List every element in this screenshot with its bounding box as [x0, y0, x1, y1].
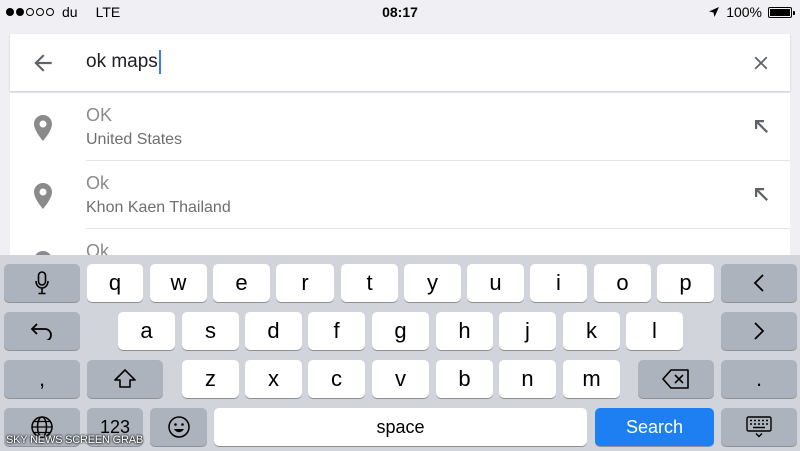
- space-key[interactable]: space: [214, 408, 587, 446]
- key-t[interactable]: t: [341, 264, 398, 302]
- backspace-key[interactable]: [638, 360, 714, 398]
- search-query: ok maps: [86, 51, 158, 72]
- key-y[interactable]: y: [404, 264, 461, 302]
- fill-query-arrow-icon[interactable]: [752, 185, 770, 203]
- watermark: SKY NEWS SCREEN GRAB: [6, 434, 143, 446]
- key-h[interactable]: h: [436, 312, 493, 350]
- key-z[interactable]: z: [182, 360, 239, 398]
- key-u[interactable]: u: [467, 264, 524, 302]
- key-i[interactable]: i: [530, 264, 587, 302]
- keyboard-hide-icon: [746, 416, 772, 438]
- key-q[interactable]: q: [87, 264, 143, 302]
- key-p[interactable]: p: [657, 264, 714, 302]
- shift-key[interactable]: [87, 360, 163, 398]
- shift-icon: [114, 369, 136, 388]
- key-s[interactable]: s: [182, 312, 239, 350]
- suggestion-item[interactable]: OK United States: [10, 93, 790, 161]
- comma-key[interactable]: ,: [4, 360, 80, 398]
- suggestion-subtitle: Khon Kaen Thailand: [86, 199, 231, 216]
- battery-icon: [768, 6, 795, 18]
- key-c[interactable]: c: [308, 360, 365, 398]
- suggestion-item[interactable]: Ok: [10, 229, 790, 258]
- status-right: 100%: [708, 4, 795, 20]
- undo-key[interactable]: [4, 312, 80, 350]
- chevron-left-icon: [753, 274, 764, 292]
- cursor-right-key[interactable]: [721, 312, 797, 350]
- key-v[interactable]: v: [372, 360, 429, 398]
- emoji-icon: [167, 416, 190, 438]
- key-b[interactable]: b: [436, 360, 493, 398]
- text-cursor: [158, 49, 161, 74]
- key-d[interactable]: d: [245, 312, 302, 350]
- suggestion-item[interactable]: Ok Khon Kaen Thailand: [10, 161, 790, 229]
- cursor-left-key[interactable]: [721, 264, 797, 302]
- status-bar: du LTE 08:17 100%: [0, 0, 800, 24]
- status-time: 08:17: [382, 4, 418, 20]
- key-m[interactable]: m: [563, 360, 620, 398]
- key-o[interactable]: o: [594, 264, 651, 302]
- key-j[interactable]: j: [499, 312, 556, 350]
- period-key[interactable]: .: [721, 360, 797, 398]
- key-e[interactable]: e: [213, 264, 270, 302]
- fill-query-arrow-icon[interactable]: [752, 117, 770, 135]
- emoji-key[interactable]: [150, 408, 207, 446]
- key-x[interactable]: x: [245, 360, 302, 398]
- location-arrow-icon: [709, 7, 720, 17]
- key-l[interactable]: l: [626, 312, 683, 350]
- suggestion-title: Ok: [86, 173, 110, 193]
- battery-percent: 100%: [726, 4, 762, 20]
- keyboard: q w e r t y u i o p a s d f g h j k l , …: [0, 255, 800, 451]
- key-g[interactable]: g: [372, 312, 429, 350]
- chevron-right-icon: [754, 322, 765, 340]
- suggestion-subtitle: United States: [86, 131, 183, 148]
- location-pin-icon: [34, 183, 52, 209]
- key-n[interactable]: n: [499, 360, 556, 398]
- close-icon[interactable]: [750, 52, 772, 74]
- key-k[interactable]: k: [563, 312, 620, 350]
- location-pin-icon: [34, 115, 52, 141]
- key-f[interactable]: f: [308, 312, 365, 350]
- arrow-left-icon[interactable]: [30, 50, 56, 76]
- search-input[interactable]: ok maps: [86, 48, 161, 76]
- search-bar: ok maps: [10, 34, 790, 91]
- suggestions-list: OK United States Ok Khon Kaen Thailand O…: [10, 93, 790, 258]
- undo-icon: [30, 323, 52, 340]
- key-a[interactable]: a: [118, 312, 175, 350]
- key-w[interactable]: w: [150, 264, 207, 302]
- dictation-key[interactable]: [4, 264, 80, 302]
- microphone-icon: [35, 271, 49, 295]
- backspace-icon: [662, 369, 689, 389]
- suggestion-title: OK: [86, 105, 113, 125]
- search-key[interactable]: Search: [595, 408, 714, 446]
- key-r[interactable]: r: [276, 264, 334, 302]
- hide-keyboard-key[interactable]: [721, 408, 797, 446]
